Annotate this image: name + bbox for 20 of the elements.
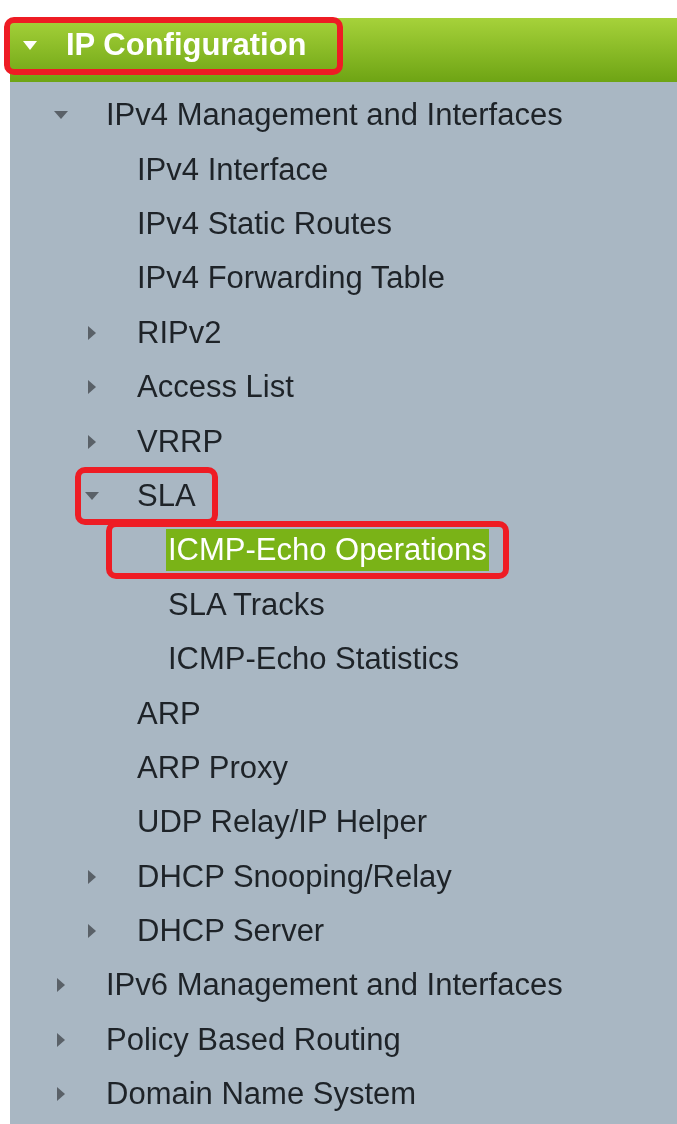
menu-item[interactable]: DHCP Server	[135, 910, 327, 953]
menu-item[interactable]: SLA Tracks	[166, 583, 327, 626]
menu-item[interactable]: Access List	[135, 366, 296, 409]
menu-item[interactable]: VRRP	[135, 420, 226, 463]
menu-item[interactable]: ICMP-Echo Statistics	[166, 638, 462, 681]
menu-item[interactable]: IPv4 Static Routes	[135, 203, 394, 245]
menu-item[interactable]: Domain Name System	[104, 1073, 419, 1116]
menu-item[interactable]: SLA	[135, 474, 198, 517]
menu-item[interactable]: Policy Based Routing	[104, 1018, 403, 1061]
menu-item[interactable]: IPv4 Interface	[135, 148, 331, 191]
menu-item[interactable]: RIPv2	[135, 311, 224, 354]
menu-item[interactable]: IPv4 Management and Interfaces	[104, 94, 565, 137]
menu-item[interactable]: ARP	[135, 692, 203, 735]
menu-item[interactable]: IPv4 Forwarding Table	[135, 257, 447, 300]
caret-icon	[22, 38, 38, 52]
section-title: IP Configuration	[66, 27, 307, 63]
menu-item[interactable]: UDP Relay/IP Helper	[135, 801, 430, 844]
menu-item[interactable]: ARP Proxy	[135, 746, 291, 789]
menu-item[interactable]: IPv6 Management and Interfaces	[104, 964, 565, 1007]
menu-item[interactable]: DHCP Snooping/Relay	[135, 855, 454, 898]
